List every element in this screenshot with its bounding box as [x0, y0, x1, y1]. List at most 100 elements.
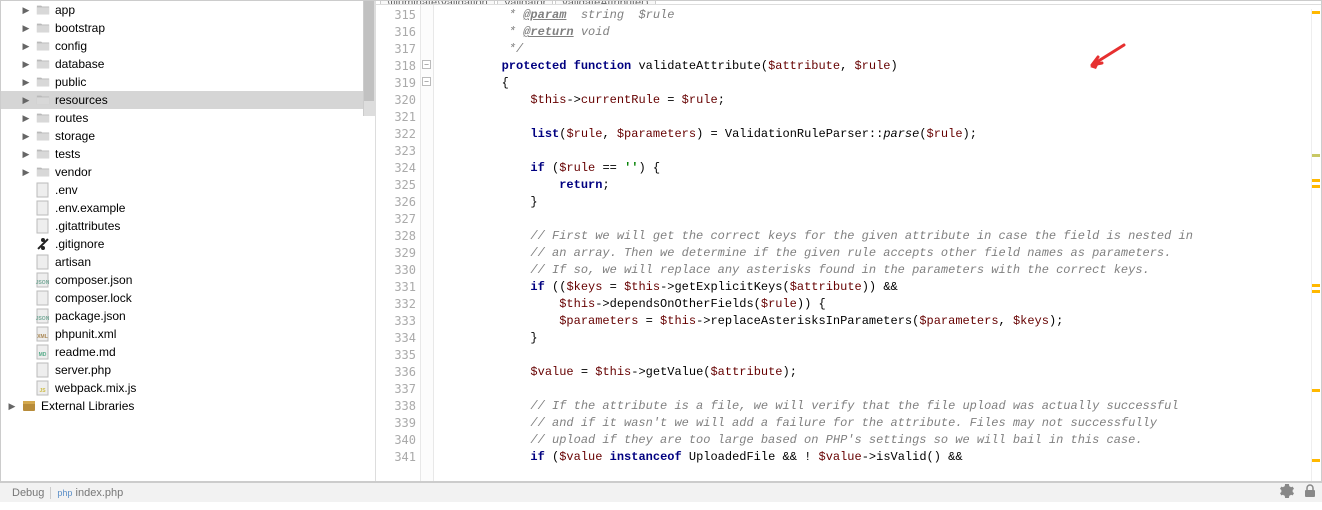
debug-tab[interactable]: Debug — [6, 487, 50, 499]
line-number[interactable]: 336 — [376, 364, 416, 381]
code-line[interactable] — [444, 381, 1321, 398]
line-number[interactable]: 324 — [376, 160, 416, 177]
fold-column[interactable]: − − — [420, 5, 434, 481]
code-line[interactable]: */ — [444, 41, 1321, 58]
line-number[interactable]: 315 — [376, 7, 416, 24]
code-line[interactable]: $value = $this->getValue($attribute); — [444, 364, 1321, 381]
gear-icon[interactable] — [1280, 484, 1294, 501]
line-number[interactable]: 335 — [376, 347, 416, 364]
code-line[interactable]: // upload if they are too large based on… — [444, 432, 1321, 449]
code-line[interactable]: if ($value instanceof UploadedFile && ! … — [444, 449, 1321, 466]
line-number[interactable]: 320 — [376, 92, 416, 109]
line-number[interactable]: 339 — [376, 415, 416, 432]
fold-marker-icon[interactable]: − — [422, 60, 431, 69]
line-number[interactable]: 333 — [376, 313, 416, 330]
code-line[interactable]: $parameters = $this->replaceAsterisksInP… — [444, 313, 1321, 330]
folder-node[interactable]: ▶config — [1, 37, 375, 55]
line-number[interactable]: 319 — [376, 75, 416, 92]
line-number[interactable]: 337 — [376, 381, 416, 398]
warning-marker[interactable] — [1312, 179, 1320, 182]
line-number[interactable]: 332 — [376, 296, 416, 313]
chevron-right-icon: ▶ — [21, 167, 31, 177]
warning-marker[interactable] — [1312, 290, 1320, 293]
code-editor[interactable]: * @param string $rule * @return void */ … — [434, 5, 1321, 481]
code-line[interactable]: $this->dependsOnOtherFields($rule)) { — [444, 296, 1321, 313]
line-number[interactable]: 323 — [376, 143, 416, 160]
folder-node[interactable]: ▶public — [1, 73, 375, 91]
line-number[interactable]: 330 — [376, 262, 416, 279]
warning-marker[interactable] — [1312, 284, 1320, 287]
marker-strip[interactable] — [1311, 9, 1321, 481]
line-number[interactable]: 338 — [376, 398, 416, 415]
fold-marker-icon[interactable]: − — [422, 77, 431, 86]
folder-node[interactable]: ▶bootstrap — [1, 19, 375, 37]
code-line[interactable]: list($rule, $parameters) = ValidationRul… — [444, 126, 1321, 143]
code-line[interactable] — [444, 211, 1321, 228]
code-line[interactable]: if ($rule == '') { — [444, 160, 1321, 177]
scrollbar-thumb[interactable] — [364, 1, 374, 101]
code-line[interactable]: // an array. Then we determine if the gi… — [444, 245, 1321, 262]
file-node[interactable]: .env — [1, 181, 375, 199]
file-node[interactable]: XMLphpunit.xml — [1, 325, 375, 343]
code-line[interactable]: // If the attribute is a file, we will v… — [444, 398, 1321, 415]
folder-node[interactable]: ▶resources — [1, 91, 375, 109]
file-node[interactable]: .env.example — [1, 199, 375, 217]
file-node[interactable]: server.php — [1, 361, 375, 379]
code-line[interactable] — [444, 143, 1321, 160]
folder-node[interactable]: ▶storage — [1, 127, 375, 145]
editor-body[interactable]: 3153163173183193203213223233243253263273… — [376, 5, 1321, 481]
line-number[interactable]: 318 — [376, 58, 416, 75]
lock-icon[interactable] — [1304, 484, 1316, 501]
code-line[interactable]: return; — [444, 177, 1321, 194]
code-line[interactable]: { — [444, 75, 1321, 92]
file-node[interactable]: .gitignore — [1, 235, 375, 253]
line-number[interactable]: 329 — [376, 245, 416, 262]
file-node[interactable]: JSONcomposer.json — [1, 271, 375, 289]
folder-node[interactable]: ▶tests — [1, 145, 375, 163]
line-number[interactable]: 327 — [376, 211, 416, 228]
folder-node[interactable]: ▶app — [1, 1, 375, 19]
warning-marker[interactable] — [1312, 459, 1320, 462]
file-node[interactable]: JSwebpack.mix.js — [1, 379, 375, 397]
file-node[interactable]: composer.lock — [1, 289, 375, 307]
warning-marker[interactable] — [1312, 389, 1320, 392]
code-line[interactable]: // If so, we will replace any asterisks … — [444, 262, 1321, 279]
line-number[interactable]: 331 — [376, 279, 416, 296]
line-number[interactable]: 341 — [376, 449, 416, 466]
info-marker[interactable] — [1312, 154, 1320, 157]
folder-node[interactable]: ▶vendor — [1, 163, 375, 181]
code-line[interactable]: * @param string $rule — [444, 7, 1321, 24]
code-line[interactable]: // First we will get the correct keys fo… — [444, 228, 1321, 245]
line-gutter[interactable]: 3153163173183193203213223233243253263273… — [376, 5, 434, 481]
line-number[interactable]: 328 — [376, 228, 416, 245]
line-number[interactable]: 340 — [376, 432, 416, 449]
line-number[interactable]: 334 — [376, 330, 416, 347]
line-number[interactable]: 321 — [376, 109, 416, 126]
sidebar-scrollbar[interactable] — [363, 1, 375, 116]
code-line[interactable]: // and if it wasn't we will add a failur… — [444, 415, 1321, 432]
folder-node[interactable]: ▶database — [1, 55, 375, 73]
folder-node[interactable]: ▶routes — [1, 109, 375, 127]
code-line[interactable]: $this->currentRule = $rule; — [444, 92, 1321, 109]
warning-marker[interactable] — [1312, 185, 1320, 188]
file-node[interactable]: MDreadme.md — [1, 343, 375, 361]
code-line[interactable]: } — [444, 194, 1321, 211]
status-file[interactable]: php index.php — [50, 487, 129, 499]
code-line[interactable]: * @return void — [444, 24, 1321, 41]
line-number[interactable]: 317 — [376, 41, 416, 58]
project-sidebar[interactable]: ▶app▶bootstrap▶config▶database▶public▶re… — [1, 1, 376, 481]
code-line[interactable]: } — [444, 330, 1321, 347]
line-number[interactable]: 316 — [376, 24, 416, 41]
code-line[interactable]: protected function validateAttribute($at… — [444, 58, 1321, 75]
code-line[interactable] — [444, 109, 1321, 126]
file-node[interactable]: JSONpackage.json — [1, 307, 375, 325]
line-number[interactable]: 325 — [376, 177, 416, 194]
line-number[interactable]: 326 — [376, 194, 416, 211]
file-node[interactable]: artisan — [1, 253, 375, 271]
line-number[interactable]: 322 — [376, 126, 416, 143]
external-libraries-node[interactable]: ▶ External Libraries — [1, 397, 375, 415]
warning-marker[interactable] — [1312, 11, 1320, 14]
file-node[interactable]: .gitattributes — [1, 217, 375, 235]
code-line[interactable]: if (($keys = $this->getExplicitKeys($att… — [444, 279, 1321, 296]
code-line[interactable] — [444, 347, 1321, 364]
